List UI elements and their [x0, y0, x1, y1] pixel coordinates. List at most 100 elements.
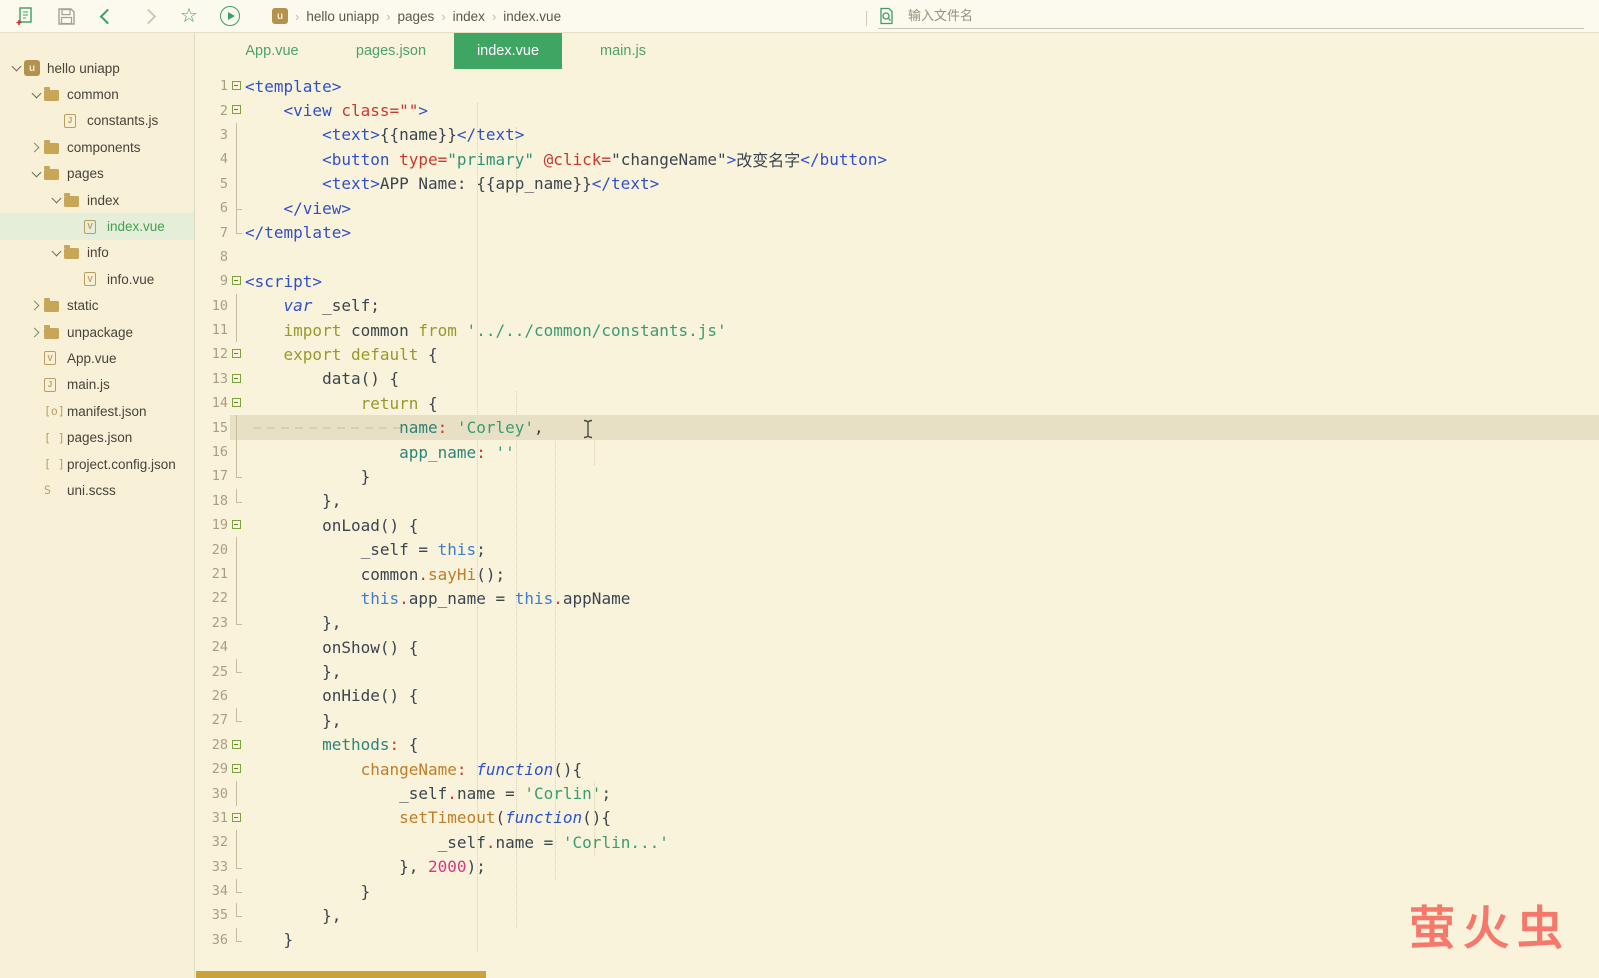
code-line-35[interactable]: 35 }, [196, 903, 1599, 927]
star-icon: ☆ [180, 5, 198, 27]
fold-guide [230, 684, 245, 708]
code-line-25[interactable]: 25 }, [196, 659, 1599, 683]
code-line-34[interactable]: 34 } [196, 878, 1599, 903]
fold-toggle-icon[interactable] [230, 513, 245, 537]
navigate-back-button[interactable] [94, 3, 120, 29]
code-line-17[interactable]: 17 } [196, 464, 1599, 488]
breadcrumb-item-index[interactable]: index [453, 9, 485, 24]
tree-item-static[interactable]: static [0, 293, 194, 319]
tree-item-info-vue[interactable]: Vinfo.vue [0, 266, 194, 292]
code-line-33[interactable]: 33 }, 2000); [196, 854, 1599, 879]
code-line-1[interactable]: 1 <template> [196, 74, 1599, 98]
fold-toggle-icon[interactable] [230, 269, 245, 293]
tree-item-uni-scss[interactable]: Suni.scss [0, 477, 194, 503]
code-line-11[interactable]: 11 import common from '../../common/cons… [196, 317, 1599, 343]
code-text: _self. name = 'Corlin...' [245, 832, 669, 852]
code-line-7[interactable]: 7 </template> [196, 220, 1599, 244]
tree-item-info[interactable]: info [0, 240, 194, 266]
code-line-4[interactable]: 4 <button type= "primary" @click= "changeN… [196, 147, 1599, 172]
folder-icon [44, 87, 65, 102]
navigate-forward-button[interactable] [135, 3, 161, 29]
code-line-32[interactable]: 32 _self. name = 'Corlin...' [196, 830, 1599, 855]
chevron-right-icon[interactable] [28, 142, 44, 153]
uniapp-logo-icon: u [272, 8, 288, 24]
code-line-10[interactable]: 10 var _self; [196, 293, 1599, 319]
code-line-13[interactable]: 13 data() { [196, 367, 1599, 391]
tab-pages-json[interactable]: pages.json [328, 33, 454, 69]
tab-main-js[interactable]: main.js [562, 33, 684, 69]
run-button[interactable] [217, 3, 243, 29]
tree-item-main-js[interactable]: Jmain.js [0, 372, 194, 398]
tree-item-hello-uniapp[interactable]: u hello uniapp [0, 55, 194, 81]
tree-item-index-vue[interactable]: Vindex.vue [0, 213, 194, 240]
code-line-24[interactable]: 24 onShow() { [196, 635, 1599, 659]
breadcrumb-item-pages[interactable]: pages [398, 9, 435, 24]
search-input[interactable] [906, 7, 1530, 24]
code-line-27[interactable]: 27 }, [196, 708, 1599, 732]
tree-item-components[interactable]: components [0, 134, 194, 160]
code-line-28[interactable]: 28 methods: { [196, 733, 1599, 757]
code-line-22[interactable]: 22 this. app_name = this. appName [196, 586, 1599, 611]
code-line-3[interactable]: 3 <text> {{name}} </text> [196, 122, 1599, 148]
fold-toggle-icon[interactable] [230, 733, 245, 757]
tree-item-pages-json[interactable]: [ ] pages.json [0, 424, 194, 450]
breadcrumb-item-project[interactable]: hello uniapp [306, 9, 379, 24]
code-line-2[interactable]: 2 <view class="" > [196, 98, 1599, 122]
chevron-down-icon[interactable] [48, 246, 64, 257]
code-lines[interactable]: 1 <template> 2 <view class="" >3 <text> {{na… [196, 74, 1599, 952]
line-number: 29 [211, 761, 228, 778]
code-line-16[interactable]: 16 app_name: '' [196, 439, 1599, 465]
fold-toggle-icon[interactable] [230, 367, 245, 391]
code-line-26[interactable]: 26 onHide() { [196, 684, 1599, 708]
code-line-21[interactable]: 21 common. sayHi (); [196, 561, 1599, 587]
fold-guide [230, 927, 245, 952]
horizontal-scrollbar[interactable] [196, 971, 486, 978]
code-line-23[interactable]: 23 }, [196, 610, 1599, 635]
tree-item-pages[interactable]: pages [0, 161, 194, 187]
code-line-5[interactable]: 5 <text> APP Name: {{app_name}} </text> [196, 171, 1599, 197]
chevron-down-icon[interactable] [48, 193, 64, 204]
code-line-8[interactable]: 8 [196, 245, 1599, 269]
code-line-30[interactable]: 30 _self. name = 'Corlin'; [196, 781, 1599, 807]
chevron-right-icon[interactable] [28, 327, 44, 338]
fold-toggle-icon[interactable] [230, 342, 245, 366]
chevron-down-icon[interactable] [8, 61, 24, 72]
fold-toggle-icon[interactable] [230, 757, 245, 781]
breadcrumb-item-file[interactable]: index.vue [503, 9, 561, 24]
chevron-down-icon[interactable] [28, 167, 44, 178]
code-line-29[interactable]: 29 changeName: function(){ [196, 757, 1599, 781]
file-tree[interactable]: u hello uniapp common Jconstants.js componen… [0, 55, 194, 504]
favorite-button[interactable]: ☆ [176, 3, 202, 29]
tree-item-manifest-json[interactable]: [o] manifest.json [0, 398, 194, 424]
code-line-6[interactable]: 6 </view> [196, 195, 1599, 221]
code-line-31[interactable]: 31 setTimeout(function(){ [196, 806, 1599, 830]
fold-toggle-icon[interactable] [230, 806, 245, 830]
code-line-9[interactable]: 9 <script> [196, 269, 1599, 293]
new-file-button[interactable] [12, 3, 38, 29]
tree-item-constants-js[interactable]: Jconstants.js [0, 108, 194, 134]
code-line-12[interactable]: 12 export default { [196, 342, 1599, 366]
chevron-right-icon[interactable] [28, 300, 44, 311]
tree-item-project-config-json[interactable]: [ ] project.config.json [0, 451, 194, 477]
fold-toggle-icon[interactable] [230, 74, 245, 98]
code-line-15[interactable]: 15 name: 'Corley', [196, 415, 1599, 441]
tree-item-app-vue[interactable]: V App.vue [0, 345, 194, 371]
save-button[interactable] [53, 3, 79, 29]
code-editor[interactable]: 1 <template> 2 <view class="" >3 <text> {{na… [196, 69, 1599, 978]
tree-item-unpackage[interactable]: unpackage [0, 319, 194, 345]
chevron-down-icon[interactable] [28, 88, 44, 99]
code-line-36[interactable]: 36 } [196, 927, 1599, 952]
fold-toggle-icon[interactable] [230, 98, 245, 122]
tree-item-index[interactable]: index [0, 187, 194, 213]
code-line-20[interactable]: 20 _self = this; [196, 537, 1599, 563]
code-line-19[interactable]: 19 onLoad() { [196, 513, 1599, 537]
code-line-14[interactable]: 14 return { [196, 391, 1599, 415]
tree-item-common[interactable]: common [0, 81, 194, 107]
line-number: 3 [219, 126, 228, 143]
tab-app-vue[interactable]: App.vue [216, 33, 328, 69]
code-line-18[interactable]: 18 }, [196, 488, 1599, 513]
tab-index-vue[interactable]: index.vue [454, 33, 562, 69]
code-text: <script> [245, 271, 323, 291]
fold-toggle-icon[interactable] [230, 391, 245, 415]
code-text: }, [245, 491, 342, 511]
